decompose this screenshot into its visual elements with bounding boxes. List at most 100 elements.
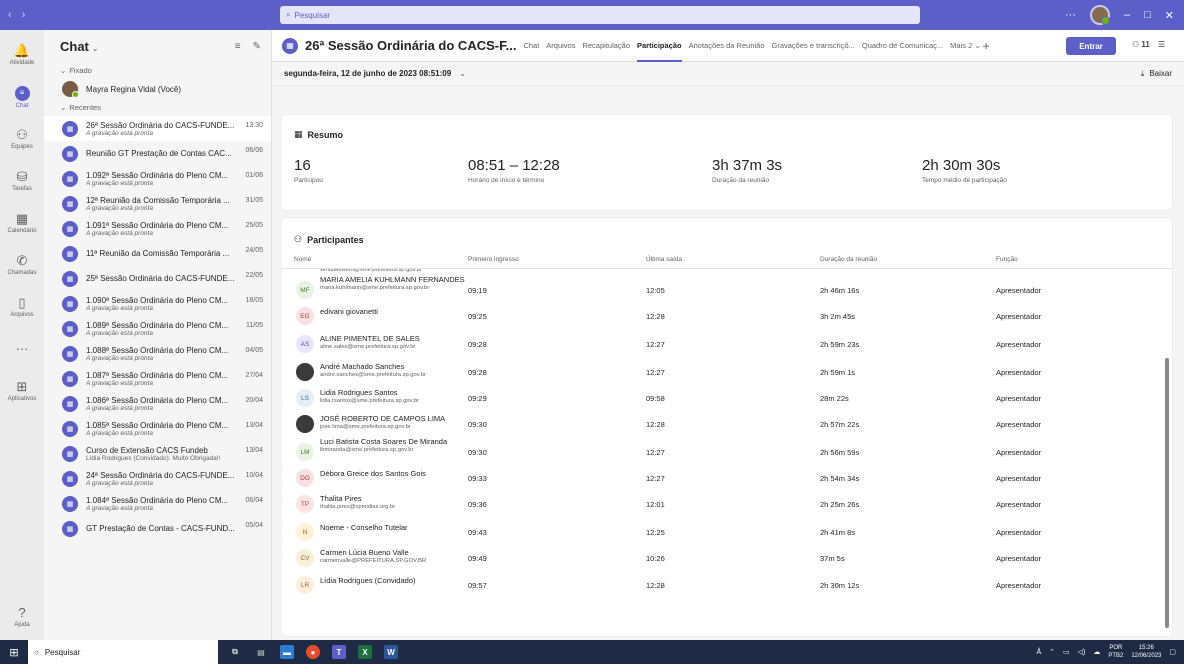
scrollbar-thumb[interactable] bbox=[1165, 358, 1169, 628]
chat-list-item[interactable]: ▦ Reunião GT Prestação de Contas CAC... 06… bbox=[44, 141, 271, 166]
chat-preview: A gravação está pronta bbox=[86, 504, 153, 512]
tab-5[interactable]: Gravações e transcriçõ... bbox=[772, 30, 855, 62]
rail-help[interactable]: ? Ajuda bbox=[0, 598, 44, 636]
table-row[interactable]: DG Débora Greice dos Santos Gois 09:33 12:2… bbox=[282, 465, 1152, 491]
rail-chat[interactable]: ≡ Chat bbox=[0, 78, 44, 116]
global-search-input[interactable]: ⌕ Pesquisar bbox=[280, 6, 920, 24]
chat-title[interactable]: Chat ⌄ bbox=[60, 39, 99, 54]
volume-icon[interactable]: ◁) bbox=[1078, 648, 1086, 656]
column-header[interactable]: Função bbox=[996, 256, 1018, 263]
avatar bbox=[296, 415, 314, 433]
rail-apps[interactable]: ⊞ Aplicativos bbox=[0, 372, 44, 410]
pinned-section-label[interactable]: ⌄ Fixado bbox=[44, 62, 271, 79]
avatar: AS bbox=[296, 335, 314, 353]
table-row[interactable]: CV Carmen Lúcia Bueno Valle carmenvalle@PR… bbox=[282, 545, 1152, 571]
list-icon[interactable]: ☰ bbox=[1158, 40, 1165, 49]
windows-start-icon[interactable]: ⊞ bbox=[0, 646, 28, 659]
chat-list-item[interactable]: ▦ 11ª Reunião da Comissão Temporária ... 2… bbox=[44, 241, 271, 266]
rail-teams[interactable]: ⚇ Equipes bbox=[0, 120, 44, 158]
onedrive-icon[interactable]: ☁ bbox=[1093, 648, 1100, 656]
maximize-button[interactable]: □ bbox=[1144, 9, 1151, 21]
rail-file[interactable]: ▯ Arquivos bbox=[0, 288, 44, 326]
rail-bell[interactable]: 🔔 Atividade bbox=[0, 36, 44, 74]
chat-list-item[interactable]: ▦ 1.090ª Sessão Ordinária do Pleno CM... A… bbox=[44, 291, 271, 316]
recent-section-label[interactable]: ⌄ Recentes bbox=[44, 99, 271, 116]
tray-expand-icon[interactable]: ⌃ bbox=[1049, 648, 1055, 656]
close-button[interactable]: ✕ bbox=[1165, 9, 1174, 22]
more-options-button[interactable]: ··· bbox=[1065, 9, 1076, 21]
minimize-button[interactable]: – bbox=[1124, 9, 1130, 21]
column-header[interactable]: Nome bbox=[294, 256, 311, 263]
chat-list-item[interactable]: ▦ Curso de Extensão CACS Fundeb Lídia Rodr… bbox=[44, 441, 271, 466]
chat-date: 25/05 bbox=[245, 222, 263, 229]
chat-list-item[interactable]: ▦ 12ª Reunião da Comissão Temporária ... A… bbox=[44, 191, 271, 216]
word-icon[interactable]: W bbox=[384, 645, 398, 659]
chat-list-item[interactable]: ▦ 25ª Sessão Ordinária do CACS-FUNDE... 22… bbox=[44, 266, 271, 291]
chat-list-item[interactable]: ▦ 1.088ª Sessão Ordinária do Pleno CM... A… bbox=[44, 341, 271, 366]
rail-tasks[interactable]: ⛁ Tarefas bbox=[0, 162, 44, 200]
table-row[interactable]: André Machado Sanches andre.sanches@sme.p… bbox=[282, 359, 1152, 385]
tab-3[interactable]: Participação bbox=[637, 30, 682, 62]
chat-list-item[interactable]: ▦ 1.084ª Sessão Ordinária do Pleno CM... A… bbox=[44, 491, 271, 516]
column-header[interactable]: Última saída bbox=[646, 256, 682, 263]
teams-icon[interactable]: T bbox=[332, 645, 346, 659]
network-icon[interactable]: ▭ bbox=[1063, 648, 1070, 656]
widgets-icon[interactable]: ▤ bbox=[254, 645, 268, 659]
participant-name: MARIA AMELIA KUHLMANN FERNANDES bbox=[320, 275, 465, 284]
chat-list-pane: Chat ⌄ ≡ ✎ ⌄ Fixado Mayra Regina Vidal (V… bbox=[44, 30, 272, 640]
rail-more[interactable]: ··· bbox=[0, 330, 44, 368]
chat-list-item[interactable]: ▦ 1.085ª Sessão Ordinária do Pleno CM... A… bbox=[44, 416, 271, 441]
tab-7[interactable]: Mais 2 ⌄ bbox=[950, 30, 980, 62]
tab-1[interactable]: Arquivos bbox=[546, 30, 575, 62]
excel-icon[interactable]: X bbox=[358, 645, 372, 659]
pinned-chat-item[interactable]: Mayra Regina Vidal (Você) bbox=[44, 79, 271, 99]
chevron-right-icon[interactable]: › bbox=[22, 9, 26, 21]
table-row[interactable]: LR Lídia Rodrigues (Convidado) 09:57 12:28 2… bbox=[282, 572, 1152, 598]
table-row[interactable]: LM Luci Batista Costa Soares De Miranda lb… bbox=[282, 437, 1152, 465]
taskbar-search-input[interactable]: ○ Pesquisar bbox=[28, 640, 218, 664]
clock[interactable]: 15:26 12/06/2023 bbox=[1131, 644, 1161, 660]
tab-4[interactable]: Anotações da Reunião bbox=[689, 30, 765, 62]
rail-label: Arquivos bbox=[10, 312, 34, 318]
notifications-icon[interactable]: ▢ bbox=[1169, 648, 1176, 656]
task-view-icon[interactable]: ⧉ bbox=[228, 645, 242, 659]
table-row[interactable]: JOSÉ ROBERTO DE CAMPOS LIMA jose.lima@sme… bbox=[282, 411, 1152, 437]
session-date-dropdown[interactable]: segunda-feira, 12 de junho de 2023 08:51… bbox=[284, 69, 466, 78]
column-header[interactable]: Primeiro ingresso bbox=[468, 256, 519, 263]
rail-calendar[interactable]: ▦ Calendário bbox=[0, 204, 44, 242]
chevron-left-icon[interactable]: ‹ bbox=[8, 9, 12, 21]
table-row[interactable]: EG edivani giovanetti 09:25 12:28 3h 2m 45s A… bbox=[282, 303, 1152, 329]
file-explorer-icon[interactable]: ▬ bbox=[280, 645, 294, 659]
chat-list-item[interactable]: ▦ 1.089ª Sessão Ordinária do Pleno CM... A… bbox=[44, 316, 271, 341]
rail-phone[interactable]: ✆ Chamadas bbox=[0, 246, 44, 284]
meeting-chat-icon: ▦ bbox=[62, 495, 78, 512]
meeting-chat-icon: ▦ bbox=[62, 395, 78, 412]
tab-2[interactable]: Recapitulação bbox=[582, 30, 630, 62]
table-row[interactable]: MF MARIA AMELIA KUHLMANN FERNANDES maria.k… bbox=[282, 275, 1152, 303]
participants-scrollbar[interactable] bbox=[1164, 269, 1170, 634]
table-row[interactable]: TP Thalita Pires thalita.pires@cpmidias.or… bbox=[282, 491, 1152, 517]
table-row[interactable]: N Noeme - Conselho Tutelar 09:43 12:25 2h 41… bbox=[282, 519, 1152, 545]
chat-list-item[interactable]: ▦ 1.091ª Sessão Ordinária do Pleno CM... A… bbox=[44, 216, 271, 241]
tab-0[interactable]: Chat bbox=[523, 30, 539, 62]
chat-list-item[interactable]: ▦ 24ª Sessão Ordinária do CACS-FUNDE... A … bbox=[44, 466, 271, 491]
chat-list-item[interactable]: ▦ 26ª Sessão Ordinária do CACS-FUNDE... A … bbox=[44, 116, 271, 141]
people-count[interactable]: ⚇ 11 ☰ bbox=[1132, 40, 1165, 49]
add-tab-button[interactable]: + bbox=[983, 39, 990, 53]
chat-list-item[interactable]: ▦ 1.092ª Sessão Ordinária do Pleno CM... A… bbox=[44, 166, 271, 191]
chrome-icon[interactable]: ● bbox=[306, 645, 320, 659]
filter-icon[interactable]: ≡ bbox=[235, 41, 241, 52]
chat-list-item[interactable]: ▦ GT Prestação de Contas - CACS-FUND... 05… bbox=[44, 516, 271, 541]
join-button[interactable]: Entrar bbox=[1066, 37, 1116, 55]
tab-6[interactable]: Quadro de Comunicaç... bbox=[862, 30, 943, 62]
table-row[interactable]: AS ALINE PIMENTEL DE SALES aline.sales@sme… bbox=[282, 331, 1152, 357]
download-button[interactable]: ⤓ Baixar bbox=[1141, 69, 1172, 79]
table-row[interactable]: LS Lidia Rodrigues Santos lidia.rsantos@sm… bbox=[282, 385, 1152, 411]
column-header[interactable]: Duração da reunião bbox=[820, 256, 877, 263]
notification-person-icon[interactable]: Å bbox=[1036, 649, 1041, 656]
keyboard-language[interactable]: POR PTB2 bbox=[1108, 644, 1123, 660]
chat-list-item[interactable]: ▦ 1.087ª Sessão Ordinária do Pleno CM... A… bbox=[44, 366, 271, 391]
new-chat-icon[interactable]: ✎ bbox=[253, 41, 261, 52]
profile-avatar[interactable] bbox=[1090, 5, 1110, 25]
chat-list-item[interactable]: ▦ 1.086ª Sessão Ordinária do Pleno CM... A… bbox=[44, 391, 271, 416]
